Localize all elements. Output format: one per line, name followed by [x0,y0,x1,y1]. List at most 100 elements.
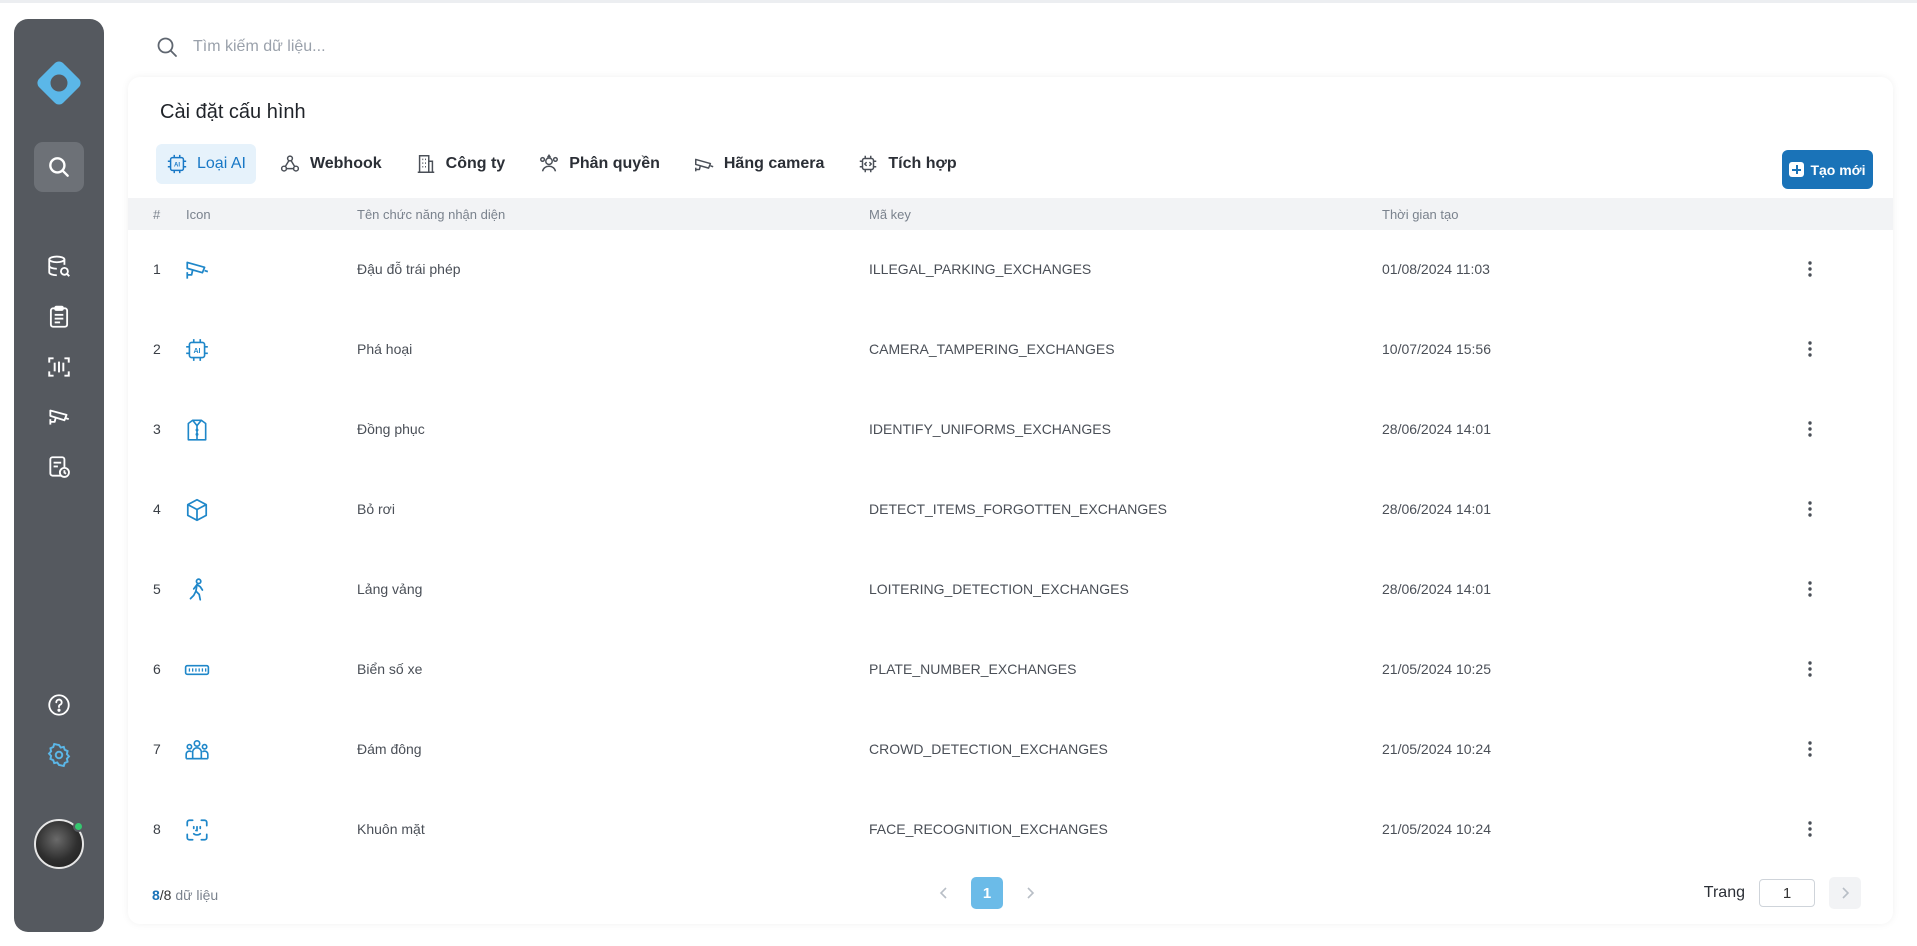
page-number-button[interactable]: 1 [971,877,1003,909]
clipboard-icon [49,305,69,328]
plus-icon [1789,162,1805,177]
box-icon [184,497,210,523]
page-jump-input[interactable] [1759,879,1815,907]
row-index: 6 [153,661,161,677]
table-header: # Icon Tên chức năng nhận diện Mã key Th… [128,198,1893,230]
row-name: Đám đông [357,741,422,757]
row-index: 5 [153,581,161,597]
row-key: FACE_RECOGNITION_EXCHANGES [869,821,1108,837]
config-card: Cài đặt cấu hình AI Loại AI Webhook Công… [128,77,1893,924]
more-options-icon[interactable] [1798,497,1822,521]
tab-bar: AI Loại AI Webhook Công ty Phân quyền Hã… [156,144,980,184]
cctv-camera-icon [184,257,210,283]
prev-page-icon[interactable] [928,877,960,909]
record-count: 8/8 dữ liệu [152,887,218,903]
sidebar-item-reports[interactable] [34,292,84,342]
row-created: 01/08/2024 11:03 [1382,261,1490,277]
tab-label: Phân quyền [569,155,660,172]
table-row[interactable]: 3 Đồng phục IDENTIFY_UNIFORMS_EXCHANGES … [128,390,1893,470]
more-options-icon[interactable] [1798,257,1822,281]
table-row[interactable]: 8 Khuôn mặt FACE_RECOGNITION_EXCHANGES 2… [128,790,1893,870]
more-options-icon[interactable] [1798,577,1822,601]
tab-ai-type[interactable]: AI Loại AI [156,144,256,184]
row-key: DETECT_ITEMS_FORGOTTEN_EXCHANGES [869,501,1167,517]
create-new-button[interactable]: Tạo mới [1782,150,1873,189]
col-key: Mã key [869,207,911,222]
row-created: 21/05/2024 10:24 [1382,821,1491,837]
sidebar-item-history[interactable] [34,442,84,492]
sidebar [14,19,104,932]
row-key: LOITERING_DETECTION_EXCHANGES [869,581,1129,597]
building-icon [417,155,434,173]
row-index: 4 [153,501,161,517]
tab-label: Tích hợp [888,155,957,172]
row-name: Biển số xe [357,661,423,677]
sidebar-item-data[interactable] [34,242,84,292]
table-row[interactable]: 1 Đậu đỗ trái phép ILLEGAL_PARKING_EXCHA… [128,230,1893,310]
table-row[interactable]: 7 Đám đông CROWD_DETECTION_EXCHANGES 21/… [128,710,1893,790]
row-index: 7 [153,741,161,757]
table-row[interactable]: 6 Biển số xe PLATE_NUMBER_EXCHANGES 21/0… [128,630,1893,710]
user-group-icon [540,153,559,172]
next-page-icon[interactable] [1014,877,1046,909]
more-options-icon[interactable] [1798,737,1822,761]
table-row[interactable]: 2 AI Phá hoại CAMERA_TAMPERING_EXCHANGES… [128,310,1893,390]
help-icon [48,694,70,716]
record-count-suffix: dữ liệu [171,887,219,903]
more-options-icon[interactable] [1798,817,1822,841]
tab-company[interactable]: Công ty [405,144,516,184]
row-name: Lảng vảng [357,581,423,597]
sidebar-item-settings[interactable] [34,730,84,780]
row-key: PLATE_NUMBER_EXCHANGES [869,661,1077,677]
search-input[interactable] [193,33,793,61]
tab-permissions[interactable]: Phân quyền [528,144,670,184]
page-title: Cài đặt cấu hình [160,101,306,123]
row-key: IDENTIFY_UNIFORMS_EXCHANGES [869,421,1111,437]
tab-label: Công ty [445,155,506,172]
more-options-icon[interactable] [1798,657,1822,681]
integration-icon [860,155,877,173]
more-options-icon[interactable] [1798,417,1822,441]
tab-label: Webhook [309,155,382,172]
tab-webhook[interactable]: Webhook [269,144,392,184]
tab-label: Loại AI [197,155,246,172]
more-options-icon[interactable] [1798,337,1822,361]
cctv-camera-icon [49,409,70,425]
tab-camera-brands[interactable]: Hãng camera [683,144,835,184]
tab-integration[interactable]: Tích hợp [847,144,966,184]
page-jump-label: Trang [1703,884,1745,901]
row-index: 3 [153,421,161,437]
top-border [0,0,1917,3]
sidebar-item-scan[interactable] [34,342,84,392]
search-icon [49,157,69,177]
walking-person-icon [184,577,210,603]
row-index: 2 [153,341,161,357]
svg-text:AI: AI [174,163,180,169]
row-created: 10/07/2024 15:56 [1382,341,1491,357]
online-status-dot [73,821,84,832]
page-jump: Trang [1704,877,1861,909]
search-bar [155,32,955,62]
go-page-icon[interactable] [1829,877,1861,909]
row-name: Phá hoại [357,341,413,357]
row-index: 8 [153,821,161,837]
ai-chip-icon: AI [184,337,210,363]
sidebar-item-help[interactable] [34,680,84,730]
create-new-label: Tạo mới [1810,161,1866,178]
sidebar-item-cameras[interactable] [34,392,84,442]
table-row[interactable]: 4 Bỏ rơi DETECT_ITEMS_FORGOTTEN_EXCHANGE… [128,470,1893,550]
face-scan-icon [184,817,210,843]
scan-icon [48,357,70,377]
row-key: CAMERA_TAMPERING_EXCHANGES [869,341,1115,357]
row-created: 21/05/2024 10:24 [1382,741,1491,757]
tab-label: Hãng camera [723,155,825,172]
sidebar-item-search[interactable] [34,142,84,192]
row-created: 21/05/2024 10:25 [1382,661,1491,677]
record-count-shown: 8 [152,887,160,903]
database-search-icon [48,255,70,277]
table-row[interactable]: 5 Lảng vảng LOITERING_DETECTION_EXCHANGE… [128,550,1893,630]
avatar[interactable] [34,819,84,869]
logo-icon[interactable] [33,57,85,109]
row-key: CROWD_DETECTION_EXCHANGES [869,741,1108,757]
row-created: 28/06/2024 14:01 [1382,421,1491,437]
